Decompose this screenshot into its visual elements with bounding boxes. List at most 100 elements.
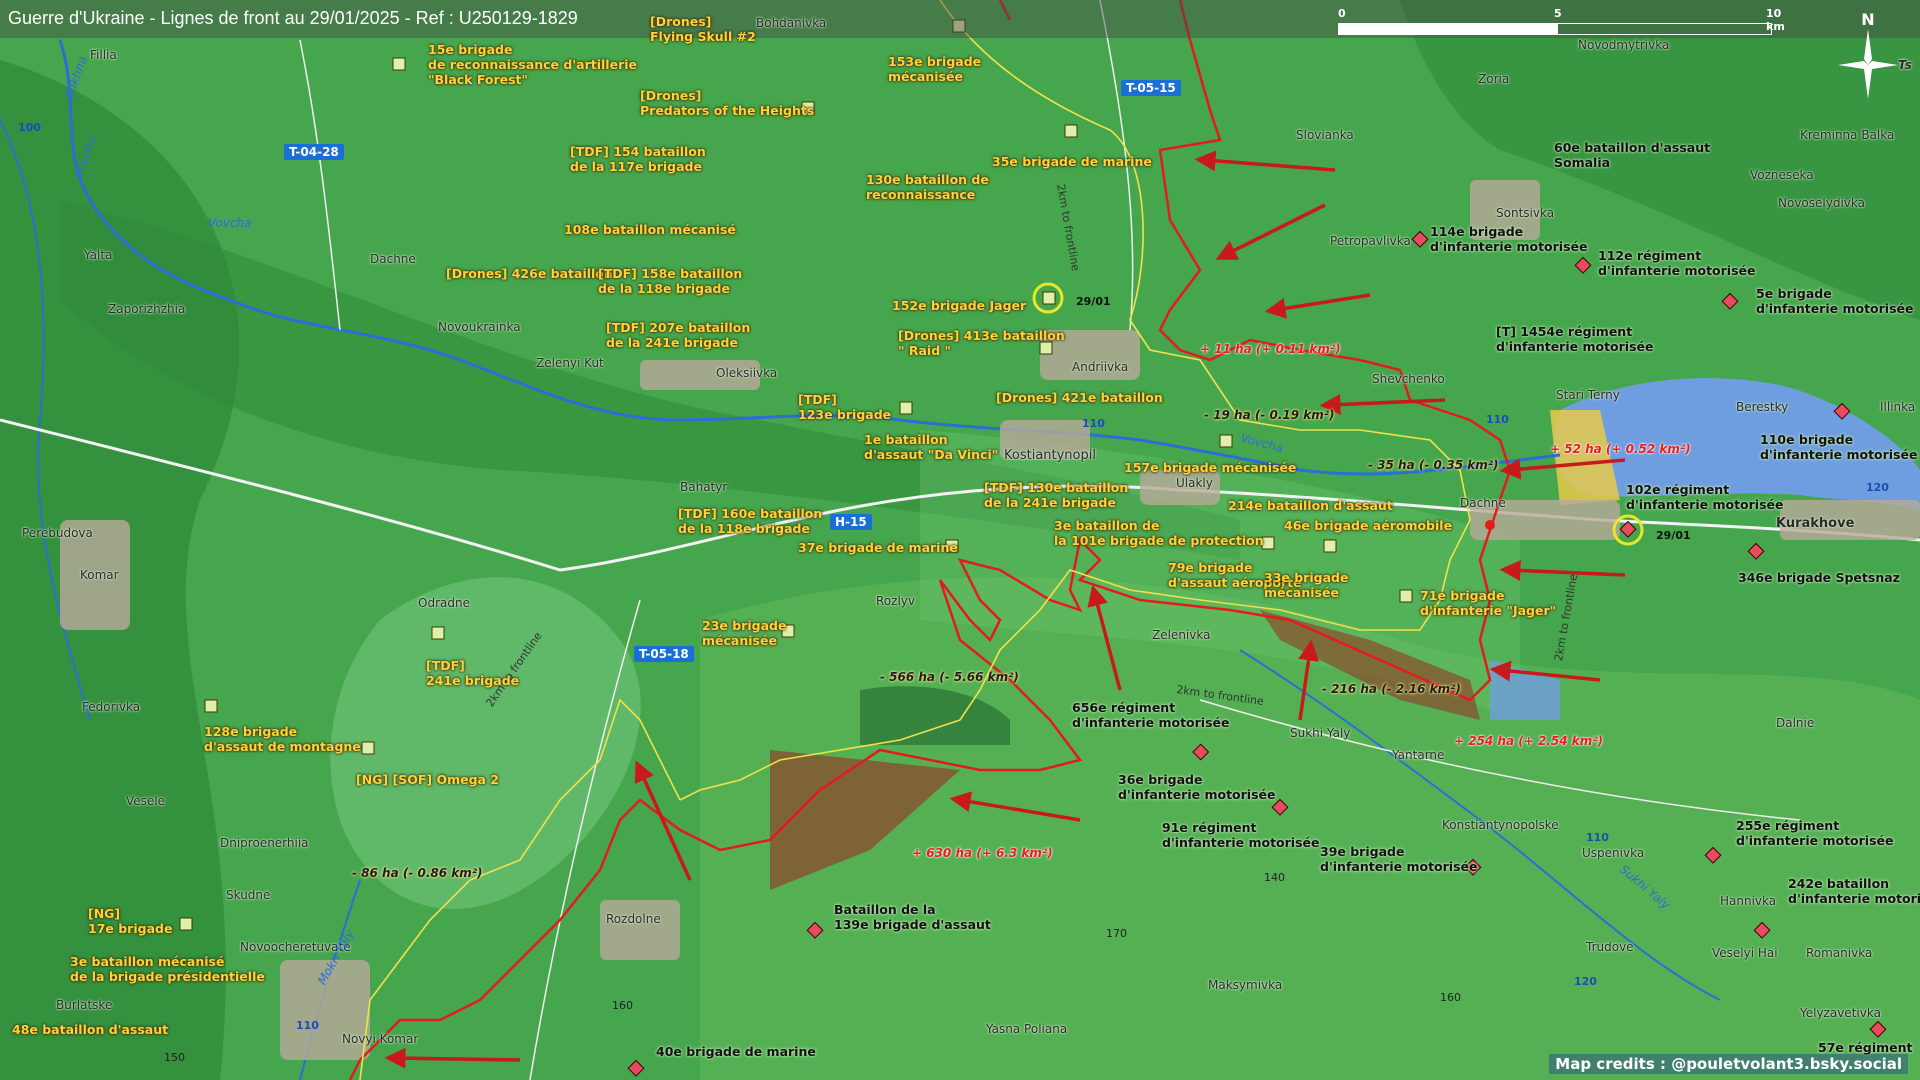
road-number: 110 <box>1486 413 1509 426</box>
ua-unit-marker <box>361 741 375 755</box>
road-badge: T-04-28 <box>284 144 344 160</box>
road-number: 120 <box>1866 481 1889 494</box>
town-label: Kurakhove <box>1776 516 1855 531</box>
town-label: Rozlyv <box>876 594 915 608</box>
town-label: Odradne <box>418 596 470 610</box>
town-label: Novodmytrivka <box>1578 38 1670 52</box>
ua-unit-label: [TDF] 123e brigade <box>798 392 892 422</box>
event-dot <box>1485 520 1495 530</box>
ru-unit-label: 114e brigade d'infanterie motorisée <box>1430 224 1588 254</box>
elevation: 170 <box>1106 927 1127 940</box>
ru-unit-label: 5e brigade d'infanterie motorisée <box>1756 286 1914 316</box>
scale-label-0: 0 <box>1338 7 1346 20</box>
town-label: Romanivka <box>1806 946 1873 960</box>
town-label: Ulakly <box>1176 476 1213 490</box>
ua-unit-label: [TDF] 241e brigade <box>426 658 520 688</box>
ua-unit-label: [TDF] 154 bataillon de la 117e brigade <box>570 144 706 174</box>
date-tag: 29/01 <box>1076 295 1111 308</box>
elevation: 150 <box>164 1051 185 1064</box>
area-loss-label: - 86 ha (- 0.86 km²) <box>352 866 483 880</box>
town-label: Konstiantynopolske <box>1442 818 1559 832</box>
ru-unit-label: 60e bataillon d'assaut Somalia <box>1554 140 1711 170</box>
advance-arrow <box>384 1047 521 1069</box>
town-label: Veselyi Hai <box>1712 946 1778 960</box>
elevation: 160 <box>1440 991 1461 1004</box>
ua-unit-label: [Drones] 413e bataillon " Raid " <box>898 328 1065 358</box>
town-label: Yantarne <box>1392 748 1445 762</box>
ru-unit-label: 36e brigade d'infanterie motorisée <box>1118 772 1276 802</box>
town-label: Dachne <box>370 252 416 266</box>
town-label: Novoukrainka <box>438 320 521 334</box>
scale-bar: 0 5 10 km <box>1338 7 1785 37</box>
elevation: 140 <box>1264 871 1285 884</box>
ua-unit-label: [Drones] 421e bataillon <box>996 390 1163 405</box>
town-label: Novoselydivka <box>1778 196 1865 210</box>
town-label: Vesele <box>126 794 166 808</box>
ru-unit-label: 656e régiment d'infanterie motorisée <box>1072 700 1230 730</box>
ua-unit-label: 46e brigade aéromobile <box>1284 518 1453 533</box>
ua-unit-label: 15e brigade de reconnaissance d'artiller… <box>428 42 637 87</box>
ua-unit-marker <box>1064 124 1078 138</box>
ru-unit-label: 40e brigade de marine <box>656 1044 816 1059</box>
ua-unit-label: [Drones] Predators of the Heights <box>640 88 815 118</box>
town-label: Sontsivka <box>1496 206 1555 220</box>
town-label: Uspenivka <box>1582 846 1645 860</box>
town-label: Yalta <box>84 248 113 262</box>
town-label: Stari Terny <box>1556 388 1620 402</box>
road-number: 110 <box>1586 831 1609 844</box>
scale-segment-outline <box>1556 23 1772 35</box>
town-label: Yasna Poliana <box>986 1022 1068 1036</box>
town-label: Andriivka <box>1072 360 1129 374</box>
town-label: Dachne <box>1460 496 1506 510</box>
town-label: Oleksiivka <box>716 366 778 380</box>
road-number: 100 <box>18 121 41 134</box>
ua-unit-marker <box>204 699 218 713</box>
area-loss-label: - 19 ha (- 0.19 km²) <box>1204 408 1335 422</box>
town-label: Perebudova <box>22 526 93 540</box>
map-credits[interactable]: Map credits : @pouletvolant3.bsky.social <box>1549 1054 1908 1074</box>
area-gain-label: + 254 ha (+ 2.54 km²) <box>1454 734 1604 748</box>
ua-unit-label: [TDF] 207e bataillon de la 241e brigade <box>606 320 751 350</box>
town-label: Ts <box>1898 58 1912 72</box>
ua-unit-marker <box>1323 539 1337 553</box>
town-label: Zaporizhzhia <box>108 302 186 316</box>
ua-unit-label: [TDF] 158e bataillon de la 118e brigade <box>598 266 743 296</box>
ua-unit-label: 152e brigade Jager <box>892 298 1027 313</box>
town-label: Burlatske <box>56 998 113 1012</box>
ua-unit-label: 3e bataillon mécanisé de la brigade prés… <box>70 954 265 984</box>
area-gain-label: + 11 ha (+ 0.11 km²) <box>1200 342 1341 356</box>
scale-label-5: 5 <box>1554 7 1562 20</box>
ua-unit-label: 128e brigade d'assaut de montagne <box>204 724 361 754</box>
ua-unit-label: 3e bataillon de la 101e brigade de prote… <box>1054 518 1264 548</box>
ua-unit-label: 157e brigade mécanisée <box>1124 460 1297 475</box>
ua-unit-label: [Drones] 426e bataillon <box>446 266 613 281</box>
town-label: Vozneseka <box>1750 168 1814 182</box>
ua-unit-label: 214e bataillon d'assaut <box>1228 498 1393 513</box>
ua-unit-marker <box>1042 291 1056 305</box>
ua-unit-marker <box>392 57 406 71</box>
town-label: Bahatyr <box>680 480 728 494</box>
area-loss-label: - 566 ha (- 5.66 km²) <box>880 670 1019 684</box>
town-label: Kostiantynopil <box>1004 448 1096 463</box>
date-tag: 29/01 <box>1656 529 1691 542</box>
ua-unit-label: 37e brigade de marine <box>798 540 958 555</box>
town-label: Bohdanivka <box>756 16 827 30</box>
road-number: 110 <box>296 1019 319 1032</box>
town-label: Illinka <box>1880 400 1916 414</box>
ua-unit-label: 35e brigade de marine <box>992 154 1152 169</box>
town-label: Berestky <box>1736 400 1789 414</box>
town-label: Sukhi Yaly <box>1290 726 1351 740</box>
scale-segment-white <box>1338 23 1558 35</box>
ua-unit-label: 108e bataillon mécanisé <box>564 222 736 237</box>
town-label: Dniproenerhiia <box>220 836 309 850</box>
town-label: Petropavlivka <box>1330 234 1411 248</box>
map-title: Guerre d'Ukraine - Lignes de front au 29… <box>8 8 578 28</box>
town-label: Novyi Komar <box>342 1032 419 1046</box>
town-label: Kreminna Balka <box>1800 128 1895 142</box>
ru-unit-label: 242e bataillon d'infanterie motorisée <box>1788 876 1920 906</box>
ru-unit-label: 102e régiment d'infanterie motorisée <box>1626 482 1784 512</box>
ua-unit-label: 48e bataillon d'assaut <box>12 1022 169 1037</box>
area-loss-label: - 216 ha (- 2.16 km²) <box>1322 682 1461 696</box>
river-label: Vovcha <box>208 216 252 230</box>
compass-rose-icon <box>1838 29 1898 99</box>
